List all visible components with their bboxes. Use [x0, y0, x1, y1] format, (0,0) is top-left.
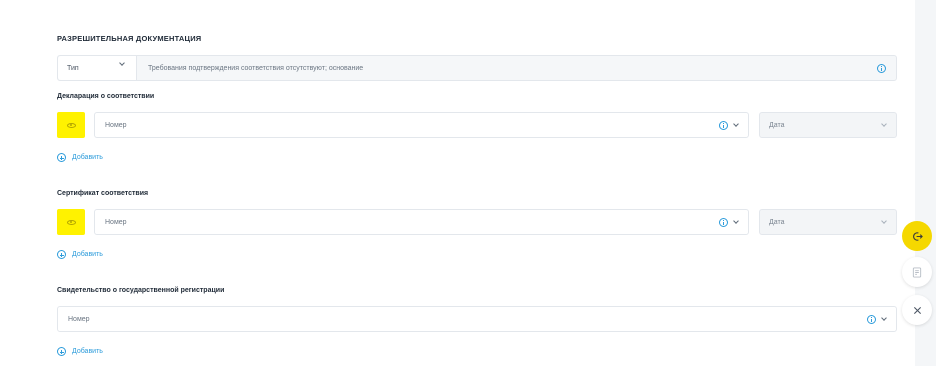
- declaration-label: Декларация о соответствии: [57, 93, 155, 100]
- type-basis-text: Требования подтверждения соответствия от…: [148, 64, 364, 72]
- plus-circle-icon: [57, 153, 66, 162]
- type-row: Тип Требования подтверждения соответстви…: [57, 55, 897, 81]
- close-button[interactable]: [902, 295, 932, 325]
- add-label: Добавить: [72, 251, 103, 258]
- chevron-down-icon: [881, 120, 887, 127]
- certificate-number-placeholder: Номер: [105, 218, 127, 226]
- declaration-number-placeholder: Номер: [105, 121, 127, 129]
- declaration-date-placeholder: Дата: [769, 121, 785, 129]
- certificate-label: Сертификат соответствия: [57, 190, 149, 197]
- registration-number-field[interactable]: Номер: [57, 306, 897, 332]
- chevron-down-icon[interactable]: [733, 120, 739, 127]
- declaration-visibility-button[interactable]: [57, 112, 85, 138]
- section-title: РАЗРЕШИТЕЛЬНАЯ ДОКУМЕНТАЦИЯ: [57, 34, 202, 43]
- logout-button[interactable]: [902, 221, 932, 251]
- info-icon[interactable]: [877, 63, 886, 73]
- add-label: Добавить: [72, 348, 103, 355]
- chevron-down-icon: [881, 217, 887, 224]
- add-label: Добавить: [72, 154, 103, 161]
- info-icon[interactable]: [867, 314, 876, 324]
- declaration-date-field[interactable]: Дата: [759, 112, 897, 138]
- registration-label: Свидетельство о государственной регистра…: [57, 287, 225, 294]
- plus-circle-icon: [57, 347, 66, 356]
- info-icon[interactable]: [719, 217, 728, 227]
- eye-icon: [66, 122, 76, 128]
- chevron-down-icon[interactable]: [733, 217, 739, 224]
- type-select[interactable]: Тип: [58, 56, 137, 80]
- chevron-down-icon: [119, 60, 125, 66]
- declaration-add-button[interactable]: Добавить: [57, 153, 103, 162]
- registration-number-placeholder: Номер: [68, 315, 90, 323]
- info-icon[interactable]: [719, 120, 728, 130]
- eye-icon: [66, 219, 76, 225]
- document-button[interactable]: [902, 257, 932, 287]
- registration-add-button[interactable]: Добавить: [57, 347, 103, 356]
- declaration-number-field[interactable]: Номер: [94, 112, 749, 138]
- certificate-add-button[interactable]: Добавить: [57, 250, 103, 259]
- certificate-date-placeholder: Дата: [769, 218, 785, 226]
- plus-circle-icon: [57, 250, 66, 259]
- certificate-date-field[interactable]: Дата: [759, 209, 897, 235]
- certificate-visibility-button[interactable]: [57, 209, 85, 235]
- main-panel: РАЗРЕШИТЕЛЬНАЯ ДОКУМЕНТАЦИЯ Тип Требован…: [0, 0, 915, 366]
- chevron-down-icon[interactable]: [881, 314, 887, 321]
- type-select-value: Тип: [67, 64, 79, 72]
- logout-icon: [912, 231, 923, 242]
- document-icon: [912, 266, 922, 278]
- certificate-number-field[interactable]: Номер: [94, 209, 749, 235]
- close-icon: [913, 306, 922, 315]
